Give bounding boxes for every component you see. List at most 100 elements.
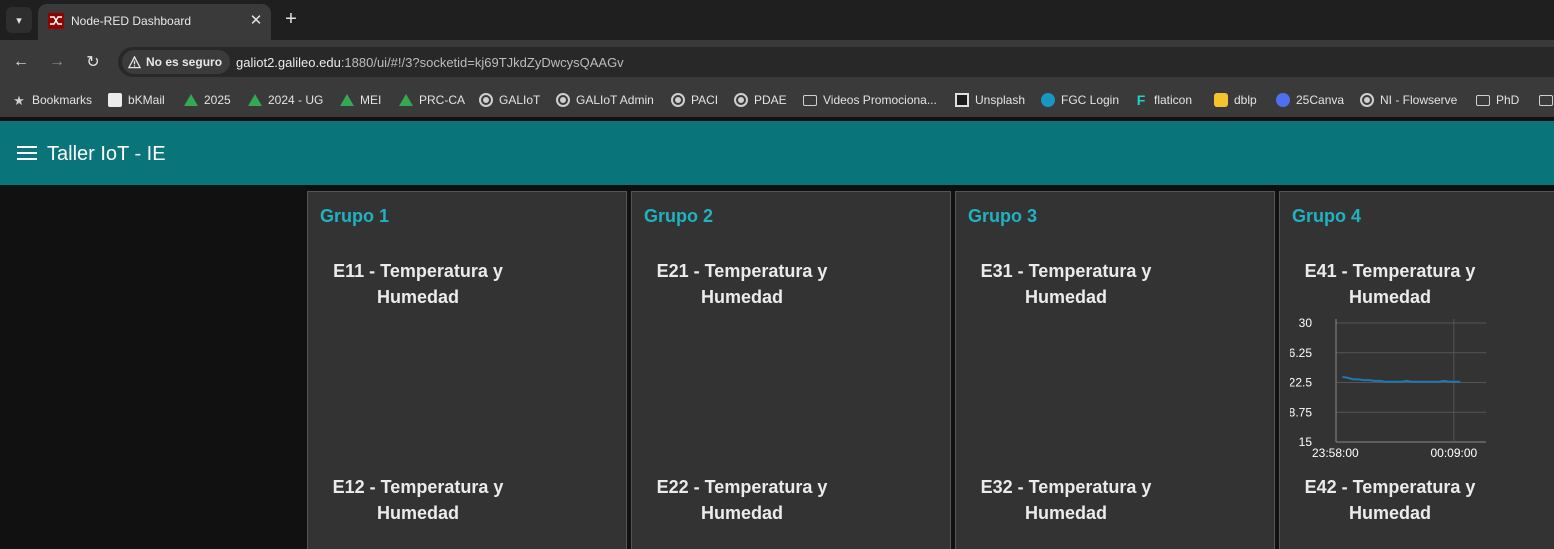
widget-title-line1: E12 - Temperatura y bbox=[332, 477, 504, 497]
temperature-line-chart[interactable]: 30 26.25 22.5 18.75 1523:58:00 00:09:00 bbox=[1290, 316, 1490, 466]
bookmark-item[interactable]: Fflaticon bbox=[1134, 92, 1192, 108]
bookmark-item[interactable]: PDAE bbox=[734, 92, 787, 108]
browser-toolbar: ← → ↻ No es seguro galiot2.galileo.edu:1… bbox=[0, 40, 1554, 84]
bookmark-label: 2024 - UG bbox=[268, 93, 324, 107]
bookmark-label: 2025 bbox=[204, 93, 231, 107]
widget-title-line2: Humedad bbox=[376, 503, 459, 523]
forward-arrow-icon[interactable]: → bbox=[46, 51, 68, 73]
bookmark-label: 25Canva bbox=[1296, 93, 1345, 107]
bookmark-item[interactable]: FGC Login bbox=[1041, 92, 1119, 108]
globe-icon bbox=[671, 93, 685, 107]
bookmark-item[interactable]: 2025 bbox=[184, 92, 231, 108]
bookmark-item[interactable]: dblp bbox=[1214, 92, 1257, 108]
y-tick-label: 22.5 bbox=[1290, 376, 1312, 390]
tab-title: Node-RED Dashboard bbox=[71, 14, 192, 28]
bookmark-item[interactable]: PhD bbox=[1476, 92, 1519, 108]
y-tick-label: 30 bbox=[1299, 316, 1313, 330]
url-text[interactable]: galiot2.galileo.edu:1880/ui/#!/3?socketi… bbox=[236, 55, 624, 70]
widget-title-line2: Humedad bbox=[700, 503, 783, 523]
security-indicator[interactable]: No es seguro bbox=[122, 50, 231, 74]
widget-title-line2: Humedad bbox=[1024, 287, 1107, 307]
reload-icon[interactable]: ↻ bbox=[82, 51, 104, 73]
widget-title-line2: Humedad bbox=[700, 287, 783, 307]
browser-tab[interactable]: Node-RED Dashboard ✕ bbox=[38, 4, 271, 40]
widget-title-line2: Humedad bbox=[1348, 287, 1431, 307]
bookmark-label: bKMail bbox=[128, 93, 165, 107]
widget-title-line1: E22 - Temperatura y bbox=[656, 477, 828, 497]
cloud-icon bbox=[1041, 93, 1055, 107]
bookmark-label: PDAE bbox=[754, 93, 787, 107]
drive-icon bbox=[184, 94, 198, 106]
widget-title: E42 - Temperatura y Humedad bbox=[1299, 474, 1481, 526]
hamburger-menu-icon[interactable] bbox=[17, 146, 37, 162]
group-title: Grupo 4 bbox=[1292, 206, 1362, 226]
globe-icon bbox=[734, 93, 748, 107]
group-card: Grupo 1 E11 - Temperatura y Humedad E12 -… bbox=[307, 191, 627, 549]
bookmark-item[interactable]: GALIoT bbox=[479, 92, 540, 108]
bookmark-label: Bookmarks bbox=[32, 93, 93, 107]
bookmark-item[interactable]: PACI bbox=[671, 92, 718, 108]
globe-icon bbox=[479, 93, 493, 107]
y-tick-label: 26.25 bbox=[1290, 346, 1312, 360]
tab-search-button[interactable]: ▾ bbox=[6, 7, 32, 33]
widget-title: E32 - Temperatura y Humedad bbox=[975, 474, 1157, 526]
bookmark-label: PhD bbox=[1496, 93, 1520, 107]
dblp-icon bbox=[1214, 93, 1228, 107]
bookmark-label: FGC Login bbox=[1061, 93, 1120, 107]
bookmark-item[interactable]: 2024 - UG bbox=[248, 92, 323, 108]
left-empty-pane bbox=[0, 185, 306, 549]
group-card: Grupo 3 E31 - Temperatura y Humedad E32 -… bbox=[955, 191, 1275, 549]
drive-icon bbox=[340, 94, 354, 106]
bookmark-item[interactable]: PRC-CA bbox=[399, 92, 465, 108]
group-card: Grupo 2 E21 - Temperatura y Humedad E22 -… bbox=[631, 191, 951, 549]
widget-title: E22 - Temperatura y Humedad bbox=[651, 474, 833, 526]
group-title: Grupo 1 bbox=[320, 206, 390, 226]
close-tab-icon[interactable]: ✕ bbox=[246, 10, 266, 30]
widget-title-line1: E31 - Temperatura y bbox=[980, 261, 1152, 281]
new-tab-button[interactable]: + bbox=[280, 8, 302, 30]
node-red-favicon-icon bbox=[48, 13, 64, 29]
dashboard-header: Taller IoT - IE bbox=[0, 121, 1554, 185]
widget-title: E11 - Temperatura y Humedad bbox=[328, 258, 508, 310]
bookmark-label: MEI bbox=[360, 93, 382, 107]
back-arrow-icon[interactable]: ← bbox=[10, 51, 32, 73]
bookmark-item[interactable]: ★ Bookmarks bbox=[12, 92, 92, 108]
security-label: No es seguro bbox=[146, 55, 223, 69]
widget-title: E21 - Temperatura y Humedad bbox=[652, 258, 832, 310]
bookmark-item[interactable]: Videos Promociona... bbox=[803, 92, 937, 108]
mail-icon bbox=[108, 93, 122, 107]
dashboard-title: Taller IoT - IE bbox=[47, 143, 166, 165]
bookmark-label: dblp bbox=[1234, 93, 1257, 107]
bookmark-label: PACI bbox=[691, 93, 719, 107]
bookmark-item[interactable]: GALIoT Admin bbox=[556, 92, 654, 108]
bookmark-item-overflow[interactable] bbox=[1539, 92, 1553, 108]
x-tick-label: 00:09:00 bbox=[1430, 446, 1477, 460]
widget-title-line1: E41 - Temperatura y bbox=[1304, 261, 1476, 281]
drive-icon bbox=[399, 94, 413, 106]
bookmark-item[interactable]: bKMail bbox=[108, 92, 165, 108]
x-tick-label: 23:58:00 bbox=[1312, 446, 1359, 460]
flaticon-icon: F bbox=[1136, 92, 1146, 108]
bookmark-label: Unsplash bbox=[975, 93, 1026, 107]
warning-icon bbox=[128, 55, 141, 68]
widget-title-line2: Humedad bbox=[1348, 503, 1431, 523]
group-title: Grupo 3 bbox=[968, 206, 1038, 226]
bookmark-label: PRC-CA bbox=[419, 93, 466, 107]
canva-icon bbox=[1276, 93, 1290, 107]
bookmark-item[interactable]: 25Canva bbox=[1276, 92, 1344, 108]
bookmark-label: Videos Promociona... bbox=[823, 93, 937, 107]
drive-icon bbox=[248, 94, 262, 106]
address-bar[interactable]: No es seguro galiot2.galileo.edu:1880/ui… bbox=[118, 47, 1554, 77]
bookmark-item[interactable]: MEI bbox=[340, 92, 381, 108]
y-tick-label: 18.75 bbox=[1290, 405, 1312, 419]
widget-title-line2: Humedad bbox=[376, 287, 459, 307]
widget-title-line1: E32 - Temperatura y bbox=[980, 477, 1152, 497]
chevron-down-icon: ▾ bbox=[16, 14, 22, 27]
widget-title-line1: E11 - Temperatura y bbox=[333, 261, 503, 281]
bookmark-item[interactable]: NI - Flowserve bbox=[1360, 92, 1457, 108]
url-path: :1880/ui/#!/3?socketid=kj69TJkdZyDwcysQA… bbox=[340, 55, 624, 70]
bookmark-label: GALIoT Admin bbox=[576, 93, 654, 107]
star-icon: ★ bbox=[13, 93, 25, 108]
bookmark-item[interactable]: Unsplash bbox=[955, 92, 1025, 108]
widget-title: E31 - Temperatura y Humedad bbox=[976, 258, 1156, 310]
